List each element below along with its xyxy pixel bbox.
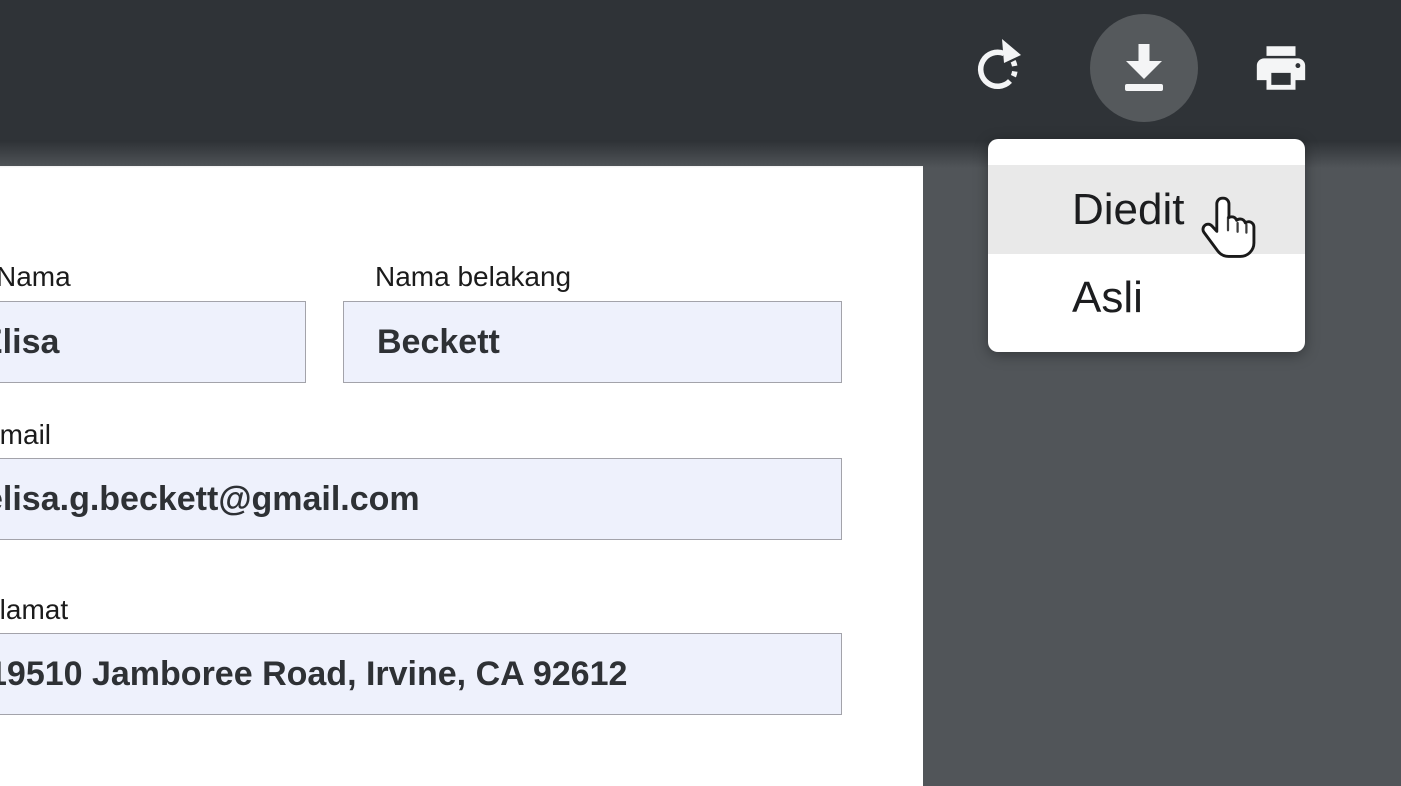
first-name-label: Nama [0, 262, 71, 292]
menu-item-original[interactable]: Asli [988, 254, 1305, 341]
rotate-button[interactable] [972, 36, 1028, 96]
address-value: 19510 Jamboree Road, Irvine, CA 92612 [0, 633, 627, 715]
download-button[interactable] [1090, 14, 1198, 122]
email-value: elisa.g.beckett@gmail.com [0, 458, 420, 540]
printer-icon [1252, 39, 1310, 97]
address-label: Alamat [0, 595, 68, 625]
last-name-label: Nama belakang [375, 262, 571, 292]
email-label: Email [0, 420, 51, 450]
download-options-menu: Diedit Asli [988, 139, 1305, 352]
last-name-value: Beckett [377, 301, 500, 383]
menu-item-edited[interactable]: Diedit [988, 165, 1305, 254]
pdf-viewer: Nama Nama belakang Email Alamat Elisa Be… [0, 0, 1401, 786]
print-button[interactable] [1252, 39, 1310, 97]
rotate-clockwise-icon [974, 36, 1026, 96]
first-name-value: Elisa [0, 301, 59, 383]
download-icon [1119, 41, 1169, 95]
